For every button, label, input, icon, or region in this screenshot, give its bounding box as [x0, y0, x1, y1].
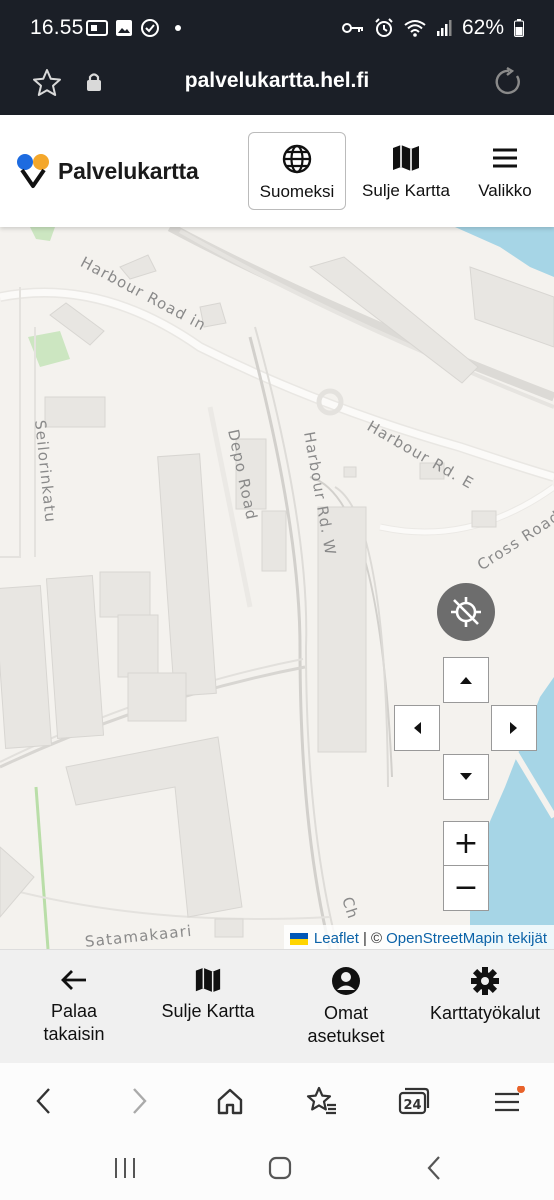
browser-home-button[interactable] — [210, 1081, 250, 1121]
zoom-in-label: + — [453, 826, 479, 861]
more-notifications-dot — [175, 25, 181, 31]
close-map-button[interactable]: Sulje Kartta — [354, 132, 458, 210]
alarm-icon — [375, 18, 393, 37]
settings-nav-label: Omat asetukset — [307, 1003, 385, 1046]
status-bar: 16.55 62% — [0, 0, 554, 56]
pan-up-button[interactable] — [443, 657, 489, 703]
attribution-separator: | © — [362, 930, 383, 947]
status-time: 16.55 — [30, 16, 84, 39]
system-back-button[interactable] — [415, 1153, 455, 1183]
zoom-out-button[interactable]: − — [443, 865, 489, 911]
osm-link[interactable]: OpenStreetMapin tekijät — [386, 930, 547, 947]
browser-tabs-button[interactable]: 24 — [394, 1081, 434, 1121]
caret-up-icon — [460, 677, 472, 684]
pan-down-button[interactable] — [443, 754, 489, 800]
close-map-label: Sulje Kartta — [362, 181, 450, 200]
browser-toolbar: 24 — [0, 1063, 554, 1135]
hamburger-icon — [493, 148, 517, 168]
map-icon — [195, 967, 221, 993]
app-notification-icon — [141, 19, 159, 37]
gear-icon — [471, 967, 499, 995]
zoom-out-label: − — [453, 870, 479, 905]
url-text[interactable]: palvelukartta.hel.fi — [0, 69, 554, 93]
locate-me-button[interactable] — [437, 583, 495, 641]
caret-right-icon — [510, 722, 517, 734]
map-container[interactable]: Harbour Road in Seilorinkatu Depo Road H… — [0, 227, 554, 949]
app-header: Palvelukartta Suomeksi Sulje Kartta Vali… — [0, 115, 554, 227]
browser-back-button[interactable] — [24, 1081, 64, 1121]
ukraine-flag-icon — [289, 932, 308, 945]
tab-count: 24 — [403, 1098, 421, 1113]
browser-forward-button[interactable] — [119, 1081, 159, 1121]
wifi-icon — [404, 20, 426, 37]
logo-icon — [17, 154, 49, 188]
reload-icon[interactable] — [493, 66, 523, 102]
user-circle-icon — [332, 967, 360, 995]
map-tools-nav-label: Karttatyökalut — [429, 1003, 541, 1023]
pan-right-button[interactable] — [491, 705, 537, 751]
chevron-right-icon — [133, 1088, 147, 1114]
map-icon — [393, 145, 419, 171]
browser-url-bar: palvelukartta.hel.fi — [0, 56, 554, 115]
leaflet-link[interactable]: Leaflet — [314, 930, 359, 947]
vpn-key-icon — [341, 23, 363, 33]
home-icon — [217, 1088, 243, 1115]
caret-left-icon — [414, 722, 421, 734]
tabs-icon: 24 — [398, 1087, 430, 1115]
language-label: Suomeksi — [259, 182, 335, 201]
browser-menu-button[interactable] — [488, 1081, 528, 1121]
app-bottom-nav: Palaa takaisin Sulje Kartta Omat asetuks… — [0, 949, 554, 1063]
settings-nav-button[interactable]: Omat asetukset — [290, 966, 402, 1048]
palvelukartta-logo[interactable]: Palvelukartta — [16, 153, 199, 189]
notification-icon — [86, 20, 108, 36]
home-square-icon — [268, 1156, 292, 1180]
home-button[interactable] — [260, 1153, 300, 1183]
location-disabled-icon — [451, 597, 481, 627]
battery-icon — [514, 19, 524, 37]
signal-icon — [436, 20, 452, 36]
back-button[interactable]: Palaa takaisin — [22, 966, 126, 1046]
menu-button[interactable]: Valikko — [466, 132, 544, 210]
arrow-left-icon — [61, 970, 86, 990]
map-tools-nav-button[interactable]: Karttatyökalut — [418, 966, 552, 1025]
android-nav-bar — [0, 1135, 554, 1200]
close-map-nav-button[interactable]: Sulje Kartta — [150, 966, 266, 1023]
recent-apps-icon — [115, 1158, 135, 1178]
pan-left-button[interactable] — [394, 705, 440, 751]
status-system-icons: 62% — [341, 16, 524, 40]
gallery-icon — [116, 20, 132, 36]
close-map-nav-label: Sulje Kartta — [161, 1001, 255, 1021]
app-name: Palvelukartta — [58, 157, 199, 184]
caret-down-icon — [460, 773, 472, 780]
back-label: Palaa takaisin — [43, 1001, 105, 1044]
browser-bookmarks-button[interactable] — [302, 1081, 342, 1121]
globe-icon — [282, 144, 312, 174]
map-attribution: Leaflet | © OpenStreetMapin tekijät — [283, 925, 554, 949]
back-chevron-icon — [427, 1156, 440, 1180]
chevron-left-icon — [36, 1088, 50, 1114]
menu-icon — [495, 1086, 525, 1112]
zoom-in-button[interactable]: + — [443, 821, 489, 867]
battery-percentage: 62% — [461, 16, 504, 39]
language-button[interactable]: Suomeksi — [248, 132, 346, 210]
menu-label: Valikko — [478, 181, 532, 200]
bookmarks-icon — [306, 1086, 336, 1115]
status-notification-icons — [86, 18, 181, 38]
recent-apps-button[interactable] — [105, 1153, 145, 1183]
